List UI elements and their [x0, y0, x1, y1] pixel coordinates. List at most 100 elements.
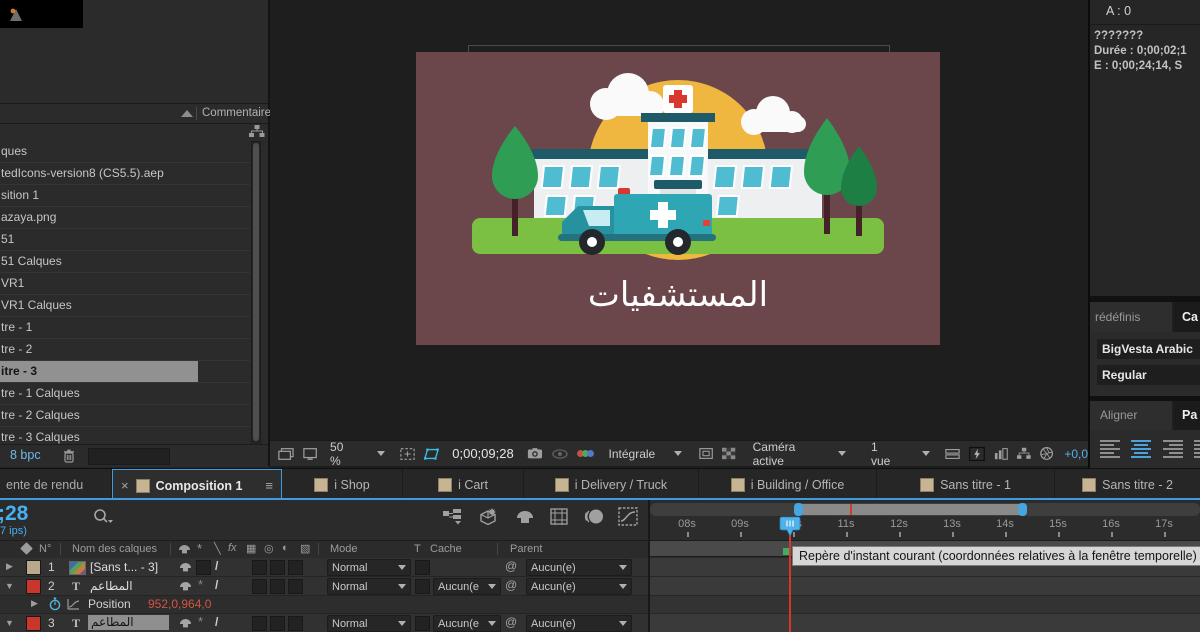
rgb-channels-icon[interactable] [577, 450, 594, 457]
column-name[interactable]: Nom des calques [72, 543, 157, 555]
track-matte-box[interactable] [415, 616, 430, 631]
tab-effets-predefinis[interactable]: rédéfinis [1090, 302, 1172, 332]
mask-visibility-icon[interactable] [424, 447, 439, 461]
layer-row-3[interactable]: ▼ 3 T المطاعم * / Normal Aucun(e @ Aucun… [0, 614, 648, 632]
column-mode[interactable]: Mode [330, 543, 358, 555]
project-item[interactable]: VR1 Calques [0, 295, 250, 317]
sort-icon[interactable] [181, 110, 193, 117]
project-item[interactable]: tre - 2 [0, 339, 250, 361]
flowchart-icon[interactable] [249, 125, 265, 138]
column-t[interactable]: T [414, 543, 421, 555]
pickwhip-icon[interactable]: @ [505, 578, 517, 592]
show-snapshot-eye-icon[interactable] [552, 448, 568, 460]
layer-color-swatch[interactable] [26, 579, 41, 594]
font-family-field[interactable]: BigVesta Arabic [1097, 339, 1200, 359]
project-item[interactable]: tedIcons-version8 (CS5.5).aep [0, 163, 250, 185]
project-item[interactable]: tre - 1 Calques [0, 383, 250, 405]
switch-box[interactable] [288, 579, 303, 594]
grid-guides-icon[interactable] [400, 447, 415, 461]
justify-button[interactable] [1194, 438, 1200, 460]
track-matte-dropdown[interactable]: Aucun(e [433, 615, 501, 632]
tab-close-icon[interactable]: × [121, 478, 129, 493]
track-matte-box[interactable] [415, 579, 430, 594]
composition-canvas[interactable]: المستشفيات [416, 52, 940, 345]
switch-box[interactable] [270, 560, 285, 575]
project-item[interactable]: 51 Calques [0, 251, 250, 273]
tag-icon[interactable] [20, 542, 33, 555]
monitor-icon[interactable] [303, 447, 317, 461]
quality-switch[interactable]: / [215, 559, 218, 573]
align-right-button[interactable] [1163, 438, 1183, 460]
zoom-level[interactable]: 50 % [330, 440, 354, 468]
trash-icon[interactable] [62, 449, 76, 463]
motion-blur-icon[interactable] [584, 508, 604, 525]
shutter-icon[interactable] [1040, 446, 1053, 461]
tab-aligner[interactable]: Aligner [1090, 401, 1172, 430]
timeline-navigator[interactable] [650, 503, 1200, 516]
collapse-switch[interactable]: * [198, 577, 203, 592]
mode-dropdown[interactable]: Normal [327, 578, 411, 595]
project-item[interactable]: tre - 3 Calques [0, 427, 250, 444]
column-number[interactable]: N° [39, 543, 51, 555]
tab-i-building-office[interactable]: i Building / Office [699, 469, 877, 501]
project-item[interactable]: tre - 1 [0, 317, 250, 339]
align-center-button[interactable] [1131, 438, 1151, 460]
project-scrollbar[interactable] [251, 141, 261, 445]
tab-paragraphe[interactable]: Pa [1174, 401, 1200, 430]
camera-select[interactable]: Caméra active [753, 440, 821, 468]
switch-box[interactable] [288, 616, 303, 631]
time-ruler[interactable]: 08s09s10s11s12s13s14s15s16s17s [650, 516, 1200, 541]
tab-i-cart[interactable]: i Cart [403, 469, 524, 501]
quality-switch[interactable]: / [215, 578, 218, 592]
quality-switch[interactable]: / [215, 615, 218, 629]
switch-box[interactable] [270, 616, 285, 631]
pickwhip-icon[interactable]: @ [505, 559, 517, 573]
layer-row-2[interactable]: ▼ 2 T المطاعم * / Normal Aucun(e @ Aucun… [0, 577, 648, 596]
views-dropdown-icon[interactable] [922, 451, 930, 456]
layer-name[interactable]: [Sans t... - 3] [90, 560, 175, 574]
project-item[interactable]: tre - 2 Calques [0, 405, 250, 427]
comp-flowchart-icon[interactable] [1017, 447, 1031, 460]
font-style-field[interactable]: Regular [1097, 365, 1200, 385]
stopwatch-icon[interactable] [48, 597, 62, 611]
project-item[interactable]: ques [0, 141, 250, 163]
switch-box[interactable] [252, 560, 267, 575]
column-parent[interactable]: Parent [510, 543, 542, 555]
resolution-select[interactable]: Intégrale [609, 447, 656, 461]
layer-name[interactable]: المطاعم [90, 579, 175, 593]
column-cache[interactable]: Cache [430, 543, 462, 555]
expand-icon[interactable]: ▼ [5, 618, 14, 628]
timeline-current-time[interactable]: ;28 [0, 502, 28, 526]
tab-i-shop[interactable]: i Shop [282, 469, 403, 501]
track-row[interactable] [650, 577, 1200, 596]
view-count-select[interactable]: 1 vue [871, 440, 897, 468]
shy-switch[interactable] [179, 562, 192, 572]
project-item[interactable]: 51 [0, 229, 250, 251]
pickwhip-icon[interactable]: @ [505, 615, 517, 629]
roi-icon[interactable] [699, 447, 713, 460]
zoom-dropdown-icon[interactable] [377, 451, 385, 456]
position-value[interactable]: 952,0,964,0 [148, 597, 211, 611]
snapshot-camera-icon[interactable] [527, 447, 543, 460]
layer-color-swatch[interactable] [26, 560, 41, 575]
viewer-timecode[interactable]: 0;00;09;28 [452, 446, 513, 461]
graph-icon[interactable] [67, 598, 80, 610]
track-matte-dropdown[interactable]: Aucun(e [433, 578, 501, 595]
position-property-row[interactable]: ▶ Position 952,0,964,0 [0, 596, 648, 614]
position-label[interactable]: Position [88, 597, 131, 611]
layer-name-selected[interactable]: المطاعم [88, 615, 169, 630]
tab-render-queue[interactable]: ente de rendu [0, 469, 112, 501]
project-item[interactable]: VR1 [0, 273, 250, 295]
graph-editor-icon[interactable] [618, 507, 638, 526]
switch-box[interactable] [270, 579, 285, 594]
tab-i-delivery-truck[interactable]: i Delivery / Truck [524, 469, 699, 501]
transparency-grid-icon[interactable] [722, 447, 735, 460]
search-icon[interactable] [92, 508, 114, 526]
project-item[interactable]: itre - 3 [0, 361, 250, 383]
shy-switch[interactable] [179, 581, 192, 591]
mode-dropdown[interactable]: Normal [327, 559, 411, 576]
exposure-value[interactable]: +0,0 [1064, 447, 1088, 461]
frame-blend-icon[interactable] [550, 508, 568, 525]
switch-box[interactable] [288, 560, 303, 575]
tab-sans-titre-2[interactable]: Sans titre - 2 [1055, 469, 1200, 501]
